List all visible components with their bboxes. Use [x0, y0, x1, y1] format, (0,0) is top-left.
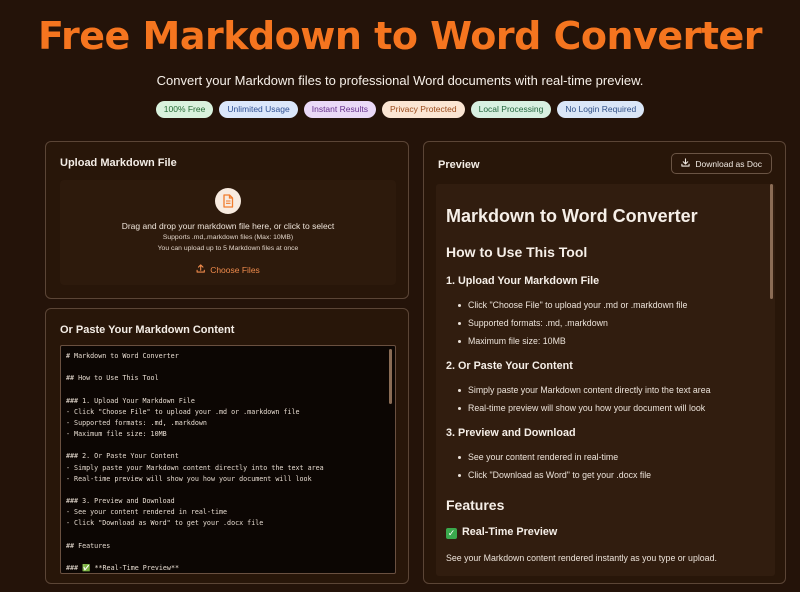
paste-panel-title: Or Paste Your Markdown Content	[60, 324, 235, 336]
choose-files-button[interactable]: Choose Files	[196, 264, 260, 275]
preview-panel-title: Preview	[438, 159, 480, 171]
markdown-content: # Markdown to Word Converter ## How to U…	[66, 352, 324, 572]
page-title: Free Markdown to Word Converter	[37, 14, 763, 58]
check-mark-icon: ✓	[446, 528, 457, 539]
preview-heading-realtime-text: Real-Time Preview	[462, 526, 558, 538]
badge-instant: Instant Results	[303, 101, 376, 118]
upload-panel: Upload Markdown File Drag and drop your …	[45, 141, 409, 299]
badge-no-login: No Login Required	[557, 101, 645, 118]
markdown-textarea[interactable]: # Markdown to Word Converter ## How to U…	[60, 345, 396, 574]
preview-list-item: Maximum file size: 10MB	[458, 336, 566, 346]
preview-heading-features: Features	[446, 497, 505, 513]
preview-heading-download: 3. Preview and Download	[446, 427, 576, 439]
download-doc-button[interactable]: Download as Doc	[671, 153, 772, 174]
badge-free: 100% Free	[155, 101, 214, 118]
preview-list-item: Click "Choose File" to upload your .md o…	[457, 300, 688, 310]
feature-badges: 100% Free Unlimited Usage Instant Result…	[0, 101, 800, 118]
preview-list-item: See your content rendered in real-time	[457, 452, 619, 462]
editor-scrollbar[interactable]	[389, 349, 392, 404]
preview-paragraph: See your Markdown content rendered insta…	[446, 553, 717, 563]
upload-panel-title: Upload Markdown File	[60, 157, 177, 169]
dropzone-formats-hint: Supports .md,.markdown files (Max: 10MB)	[162, 234, 294, 241]
upload-icon	[196, 264, 205, 275]
badge-privacy: Privacy Protected	[381, 101, 465, 118]
file-icon	[215, 188, 241, 214]
preview-panel: Preview Download as Doc Markdown to Word…	[423, 141, 786, 584]
preview-scrollbar[interactable]	[770, 184, 773, 299]
paste-panel: Or Paste Your Markdown Content # Markdow…	[45, 308, 409, 584]
page-subtitle: Convert your Markdown files to professio…	[156, 73, 644, 88]
preview-heading-1: Markdown to Word Converter	[446, 206, 698, 226]
badge-local: Local Processing	[470, 101, 552, 118]
choose-files-label: Choose Files	[210, 264, 260, 275]
preview-heading-upload: 1. Upload Your Markdown File	[446, 275, 600, 287]
badge-unlimited: Unlimited Usage	[219, 101, 298, 118]
download-icon	[681, 158, 691, 169]
dropzone-limit-hint: You can upload up to 5 Markdown files at…	[157, 245, 299, 252]
preview-heading-paste: 2. Or Paste Your Content	[446, 360, 573, 372]
preview-heading-realtime: ✓ Real-Time Preview	[446, 526, 557, 539]
download-doc-label: Download as Doc	[695, 158, 762, 169]
dropzone-instructions: Drag and drop your markdown file here, o…	[121, 221, 335, 231]
preview-list-item: Click "Download as Word" to get your .do…	[457, 470, 652, 480]
file-dropzone[interactable]: Drag and drop your markdown file here, o…	[60, 180, 396, 285]
preview-document: Markdown to Word Converter How to Use Th…	[436, 184, 775, 576]
preview-list-item: Real-time preview will show you how your…	[457, 403, 706, 413]
preview-list-item: Simply paste your Markdown content direc…	[458, 385, 711, 395]
preview-heading-howto: How to Use This Tool	[446, 244, 588, 260]
preview-list-item: Supported formats: .md, .markdown	[458, 318, 608, 328]
